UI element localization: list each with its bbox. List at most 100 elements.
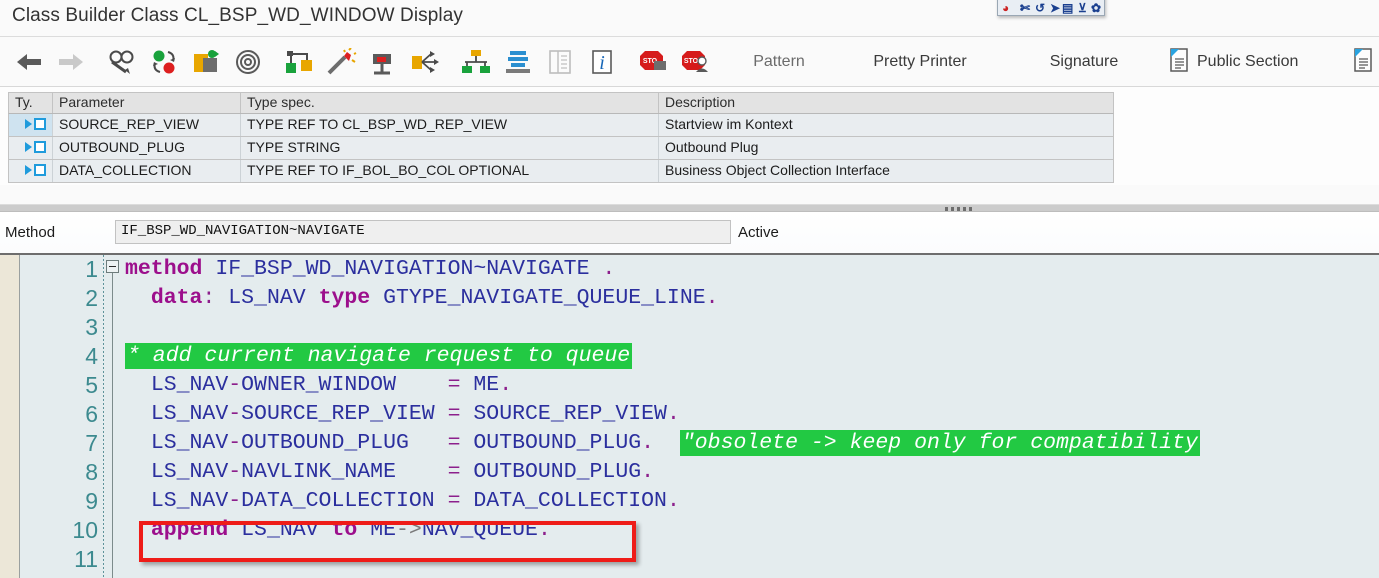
row-type-icon-cell[interactable]: [9, 160, 53, 182]
page-title: Class Builder Class CL_BSP_WD_WINDOW Dis…: [12, 5, 464, 26]
class-hierarchy-icon[interactable]: [457, 43, 495, 81]
forward-arrow-icon[interactable]: [52, 43, 90, 81]
line-number: 4: [85, 343, 98, 369]
line-number: 5: [85, 372, 98, 398]
public-section-button[interactable]: Public Section: [1168, 43, 1298, 81]
public-section-label: Public Section: [1197, 53, 1299, 70]
code-text[interactable]: method IF_BSP_WD_NAVIGATION~NAVIGATE . d…: [125, 255, 1379, 578]
highlighted-comment: "obsolete -> keep only for compatibility: [679, 430, 1200, 456]
pattern-button[interactable]: Pattern: [740, 43, 818, 81]
status-badge: Active: [738, 224, 779, 241]
check-activate-icon[interactable]: [145, 43, 183, 81]
method-name-input[interactable]: IF_BSP_WD_NAVIGATION~NAVIGATE: [115, 220, 731, 244]
editor-left-margin: [0, 255, 19, 578]
cursor-icon[interactable]: ⊻: [1078, 2, 1087, 14]
keyboard-icon[interactable]: ▤: [1062, 2, 1073, 14]
table-header-row: Ty. Parameter Type spec. Description: [8, 92, 1114, 114]
table-row[interactable]: DATA_COLLECTION TYPE REF TO IF_BOL_BO_CO…: [8, 160, 1114, 183]
cell-parameter[interactable]: DATA_COLLECTION: [53, 160, 241, 182]
pattern-spiral-icon[interactable]: [229, 43, 267, 81]
row-type-icon-cell[interactable]: [9, 114, 53, 136]
line-number: 3: [85, 314, 98, 340]
collapse-method-icon[interactable]: [106, 260, 119, 273]
undo-icon[interactable]: ↺: [1035, 2, 1045, 14]
horizontal-splitter[interactable]: [0, 204, 1379, 212]
breakpoint-icon[interactable]: [364, 43, 402, 81]
copy-icon[interactable]: [187, 43, 225, 81]
code-editor[interactable]: 1 2 3 4 5 6 7 8 9 10 11 method IF_BSP_WD…: [0, 255, 1379, 578]
line-number: 2: [85, 285, 98, 311]
display-change-icon[interactable]: [103, 43, 141, 81]
code-line-1[interactable]: method IF_BSP_WD_NAVIGATION~NAVIGATE .: [125, 255, 615, 284]
signature-button[interactable]: Signature: [1035, 43, 1133, 81]
where-used-list-icon[interactable]: [280, 43, 318, 81]
floating-mini-toolbar[interactable]: ◕ ✄ ↺ ➤ ▤ ⊻ ✿: [997, 0, 1105, 16]
local-types-icon[interactable]: [499, 43, 537, 81]
cell-description[interactable]: Business Object Collection Interface: [659, 160, 1113, 182]
column-header-description[interactable]: Description: [659, 93, 1113, 113]
column-header-type-spec[interactable]: Type spec.: [241, 93, 659, 113]
table-row[interactable]: OUTBOUND_PLUG TYPE STRING Outbound Plug: [8, 137, 1114, 160]
code-line-7[interactable]: LS_NAV-OUTBOUND_PLUG = OUTBOUND_PLUG. "o…: [125, 429, 1200, 458]
pretty-printer-button[interactable]: Pretty Printer: [856, 43, 984, 81]
navigate-icon[interactable]: [406, 43, 444, 81]
code-line-9[interactable]: LS_NAV-DATA_COLLECTION = DATA_COLLECTION…: [125, 487, 680, 516]
code-line-6[interactable]: LS_NAV-SOURCE_REP_VIEW = SOURCE_REP_VIEW…: [125, 400, 680, 429]
gutter-divider: [103, 255, 104, 578]
cell-type-spec[interactable]: TYPE REF TO CL_BSP_WD_REP_VIEW: [241, 114, 659, 136]
cell-parameter[interactable]: OUTBOUND_PLUG: [53, 137, 241, 159]
code-fold-line: [112, 273, 113, 578]
section-document-icon: [1352, 47, 1374, 78]
session-breakpoint-icon[interactable]: STO: [676, 43, 714, 81]
splitter-grip-icon: [945, 207, 972, 211]
section-document-icon: [1168, 47, 1190, 78]
cell-type-spec[interactable]: TYPE STRING: [241, 137, 659, 159]
code-line-3[interactable]: [125, 313, 138, 342]
line-number: 10: [72, 517, 98, 543]
info-icon[interactable]: i: [583, 43, 621, 81]
svg-text:STO: STO: [684, 58, 699, 65]
line-number: 9: [85, 488, 98, 514]
code-line-4[interactable]: * add current navigate request to queue: [125, 342, 633, 371]
title-bar: Class Builder Class CL_BSP_WD_WINDOW Dis…: [0, 0, 1379, 37]
line-numbers: 1 2 3 4 5 6 7 8 9 10 11: [20, 255, 103, 578]
sap-class-builder-window: Class Builder Class CL_BSP_WD_WINDOW Dis…: [0, 0, 1379, 578]
table-row[interactable]: SOURCE_REP_VIEW TYPE REF TO CL_BSP_WD_RE…: [8, 114, 1114, 137]
back-arrow-icon[interactable]: [10, 43, 48, 81]
documentation-icon[interactable]: [541, 43, 579, 81]
table-bottom-spacer: [0, 185, 1379, 205]
code-line-8[interactable]: LS_NAV-NAVLINK_NAME = OUTBOUND_PLUG.: [125, 458, 654, 487]
importing-parameter-icon: [15, 162, 52, 176]
importing-parameter-icon: [15, 139, 52, 153]
line-number: 7: [85, 430, 98, 456]
code-line-11[interactable]: [125, 545, 138, 574]
line-number: 6: [85, 401, 98, 427]
cell-type-spec[interactable]: TYPE REF TO IF_BOL_BO_COL OPTIONAL: [241, 160, 659, 182]
generate-icon[interactable]: [322, 43, 360, 81]
code-line-2[interactable]: data: LS_NAV type GTYPE_NAVIGATE_QUEUE_L…: [125, 284, 719, 313]
scissors-icon[interactable]: ✄: [1020, 2, 1030, 14]
globe-icon[interactable]: ◕: [1002, 2, 1009, 14]
importing-parameter-icon: [15, 116, 52, 130]
cell-description[interactable]: Outbound Plug: [659, 137, 1113, 159]
parameter-table: Ty. Parameter Type spec. Description SOU…: [8, 92, 1114, 183]
line-number: 8: [85, 459, 98, 485]
method-bar: Method IF_BSP_WD_NAVIGATION~NAVIGATE Act…: [0, 212, 1379, 255]
column-header-parameter[interactable]: Parameter: [53, 93, 241, 113]
line-number: 1: [85, 256, 98, 282]
row-type-icon-cell[interactable]: [9, 137, 53, 159]
code-line-5[interactable]: LS_NAV-OWNER_WINDOW = ME.: [125, 371, 512, 400]
external-breakpoint-icon[interactable]: STO: [634, 43, 672, 81]
highlighted-comment: * add current navigate request to queue: [125, 343, 633, 369]
code-line-10[interactable]: append LS_NAV to ME->NAV_QUEUE.: [125, 516, 551, 545]
line-number: 11: [74, 546, 98, 572]
cell-parameter[interactable]: SOURCE_REP_VIEW: [53, 114, 241, 136]
settings-icon[interactable]: ✿: [1091, 2, 1101, 14]
main-toolbar: i STO STO Pattern Pretty Printer Signatu…: [0, 37, 1379, 87]
arrow-icon[interactable]: ➤: [1050, 2, 1060, 14]
cell-description[interactable]: Startview im Kontext: [659, 114, 1113, 136]
next-section-button[interactable]: [1352, 43, 1374, 81]
column-header-type[interactable]: Ty.: [9, 93, 53, 113]
svg-text:i: i: [599, 52, 605, 74]
method-label: Method: [5, 224, 56, 241]
